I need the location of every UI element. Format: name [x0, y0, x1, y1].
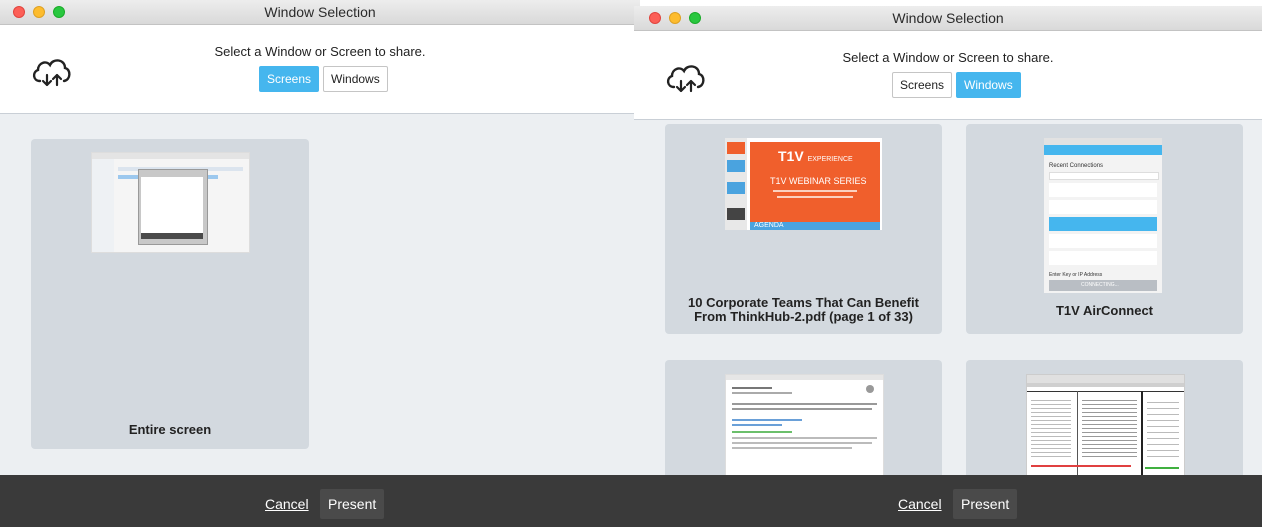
window-title: Window Selection	[264, 4, 376, 20]
recent-connections-title: Recent Connections	[1049, 163, 1104, 169]
document-thumbnail	[725, 374, 884, 475]
share-prompt: Select a Window or Screen to share.	[214, 44, 426, 59]
title-bar: Window Selection	[0, 0, 640, 25]
present-button[interactable]: Present	[320, 489, 385, 519]
tile-label: Entire screen	[128, 422, 212, 437]
tile-entire-screen[interactable]: Entire screen	[31, 139, 309, 449]
cancel-link[interactable]: Cancel	[898, 496, 942, 512]
pdf-brand: T1V	[778, 148, 804, 164]
header: Select a Window or Screen to share. Scre…	[634, 31, 1262, 120]
title-bar: Window Selection	[634, 6, 1262, 31]
tile-label: T1V AirConnect	[1055, 303, 1154, 318]
screen-thumbnail	[91, 152, 250, 253]
source-grid: Entire screen	[0, 114, 640, 475]
window-selection-dialog-screens: Window Selection Select a Window or Scre…	[0, 0, 640, 527]
cancel-link[interactable]: Cancel	[265, 496, 309, 512]
present-button[interactable]: Present	[953, 489, 1018, 519]
ip-address-label: Enter Key or IP Address	[1049, 272, 1103, 278]
tab-screens[interactable]: Screens	[892, 72, 953, 98]
spreadsheet-thumbnail	[1026, 374, 1185, 475]
source-toggle: Screens Windows	[259, 66, 392, 92]
connecting-button-text: CONNECTING...	[1081, 282, 1119, 288]
tile-window-airconnect[interactable]: Recent Connections Enter Key or IP Addre…	[966, 124, 1243, 334]
tab-windows[interactable]: Windows	[956, 72, 1021, 98]
airconnect-thumbnail: Recent Connections Enter Key or IP Addre…	[1044, 138, 1162, 293]
cloud-sync-icon	[666, 65, 705, 93]
tab-windows[interactable]: Windows	[323, 66, 388, 92]
share-prompt: Select a Window or Screen to share.	[842, 50, 1054, 65]
pdf-series-title: T1V WEBINAR SERIES	[770, 176, 867, 186]
tile-window-pdf[interactable]: T1V EXPERIENCE T1V WEBINAR SERIES AGENDA…	[665, 124, 942, 334]
footer-bar: Cancel Present	[634, 475, 1262, 527]
tile-window-spreadsheet[interactable]	[966, 360, 1243, 475]
source-grid: T1V EXPERIENCE T1V WEBINAR SERIES AGENDA…	[634, 120, 1262, 475]
header: Select a Window or Screen to share. Scre…	[0, 25, 640, 114]
pdf-thumbnail: T1V EXPERIENCE T1V WEBINAR SERIES AGENDA	[725, 138, 882, 230]
tile-label: 10 Corporate Teams That Can Benefit From…	[688, 295, 919, 324]
window-selection-dialog-windows: Window Selection Select a Window or Scre…	[634, 6, 1262, 527]
source-toggle: Screens Windows	[892, 72, 1025, 98]
pdf-agenda: AGENDA	[754, 222, 784, 229]
window-title: Window Selection	[892, 10, 1004, 26]
tile-window-document[interactable]	[665, 360, 942, 475]
cloud-sync-icon	[32, 59, 71, 87]
footer-bar: Cancel Present	[0, 475, 640, 527]
tab-screens[interactable]: Screens	[259, 66, 320, 92]
pdf-brand-sub: EXPERIENCE	[807, 156, 853, 163]
